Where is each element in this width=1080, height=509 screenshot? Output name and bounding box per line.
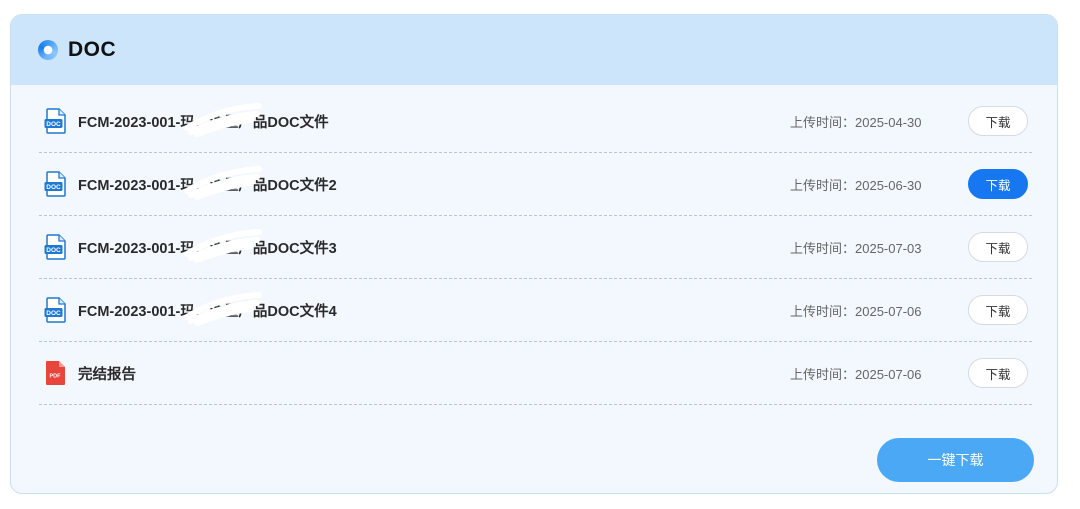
doc-file-icon: DOC <box>44 108 68 134</box>
file-name[interactable]: FCM-2023-001-玛…油墨产品DOC文件3 <box>78 237 790 258</box>
upload-time-label: 上传时间： <box>790 366 856 382</box>
file-name[interactable]: FCM-2023-001-玛…油墨产品DOC文件4 <box>78 300 790 321</box>
file-row: DOC FCM-2023-001-玛…油墨产品DOC文件4 上传时间：2025-0… <box>39 279 1032 342</box>
upload-time-label: 上传时间： <box>790 177 856 193</box>
svg-text:DOC: DOC <box>46 121 61 128</box>
upload-time-label: 上传时间： <box>790 303 856 319</box>
upload-time-value: 2025-04-30 <box>855 114 922 130</box>
file-list: DOC FCM-2023-001-玛…油墨产品DOC文件 上传时间：2025-04… <box>39 90 1032 405</box>
file-name[interactable]: FCM-2023-001-玛…油墨产品DOC文件 <box>78 111 790 132</box>
download-button[interactable]: 下载 <box>968 106 1028 136</box>
svg-text:DOC: DOC <box>46 247 61 254</box>
download-button[interactable]: 下载 <box>968 295 1028 325</box>
pdf-file-icon: PDF <box>44 360 68 386</box>
file-name[interactable]: FCM-2023-001-玛…油墨产品DOC文件2 <box>78 174 790 195</box>
panel-title: DOC <box>68 38 117 61</box>
svg-text:DOC: DOC <box>46 310 61 317</box>
download-button[interactable]: 下载 <box>968 169 1028 199</box>
upload-time: 上传时间：2025-07-03 <box>790 238 930 257</box>
download-button[interactable]: 下载 <box>968 358 1028 388</box>
file-row: PDF 完结报告 上传时间：2025-07-06 下载 <box>39 342 1032 405</box>
doc-file-icon: DOC <box>44 297 68 323</box>
download-button[interactable]: 下载 <box>968 232 1028 262</box>
doc-file-icon: DOC <box>44 171 68 197</box>
file-row: DOC FCM-2023-001-玛…油墨产品DOC文件 上传时间：2025-04… <box>39 90 1032 153</box>
panel-header: DOC <box>11 15 1057 85</box>
upload-time: 上传时间：2025-07-06 <box>790 301 930 320</box>
upload-time: 上传时间：2025-04-30 <box>790 112 930 131</box>
upload-time-label: 上传时间： <box>790 240 856 256</box>
download-all-button[interactable]: 一键下载 <box>877 438 1034 482</box>
upload-time: 上传时间：2025-07-06 <box>790 364 930 383</box>
upload-time-value: 2025-07-06 <box>855 303 922 319</box>
upload-time-label: 上传时间： <box>790 114 856 130</box>
file-name[interactable]: 完结报告 <box>78 363 790 384</box>
file-row: DOC FCM-2023-001-玛…油墨产品DOC文件3 上传时间：2025-0… <box>39 216 1032 279</box>
file-row: DOC FCM-2023-001-玛…油墨产品DOC文件2 上传时间：2025-0… <box>39 153 1032 216</box>
circle-logo-icon <box>38 40 58 60</box>
upload-time-value: 2025-07-03 <box>855 240 922 256</box>
upload-time-value: 2025-07-06 <box>855 366 922 382</box>
upload-time-value: 2025-06-30 <box>855 177 922 193</box>
doc-panel: DOC DOC FCM-2023-001-玛…油墨产品DOC文件 上传时间：202… <box>10 14 1058 494</box>
doc-file-icon: DOC <box>44 234 68 260</box>
svg-text:DOC: DOC <box>46 184 61 191</box>
upload-time: 上传时间：2025-06-30 <box>790 175 930 194</box>
svg-text:PDF: PDF <box>50 374 62 380</box>
